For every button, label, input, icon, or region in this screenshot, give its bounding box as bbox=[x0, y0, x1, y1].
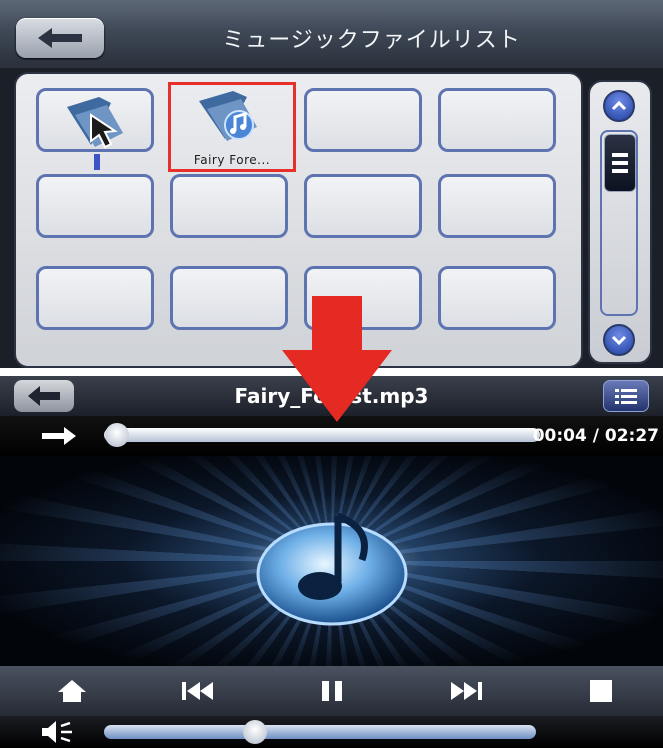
volume-knob[interactable] bbox=[243, 720, 268, 744]
repeat-arrow-icon bbox=[42, 427, 76, 445]
back-button[interactable] bbox=[16, 18, 104, 58]
home-icon[interactable] bbox=[50, 674, 94, 708]
page-title: ミュージックファイルリスト bbox=[222, 28, 521, 53]
scroll-thumb[interactable] bbox=[604, 134, 636, 192]
file-item-up[interactable] bbox=[36, 88, 154, 152]
back-arrow-icon bbox=[38, 28, 82, 48]
selected-file-item[interactable]: Fairy Fore... bbox=[168, 82, 296, 172]
file-slot[interactable] bbox=[304, 88, 422, 152]
text-cursor bbox=[94, 154, 100, 170]
album-artwork bbox=[0, 456, 663, 666]
volume-icon bbox=[42, 721, 72, 743]
scrollbar[interactable] bbox=[588, 80, 652, 364]
progress-row: 00:04 / 02:27 bbox=[0, 416, 663, 456]
file-slot[interactable] bbox=[438, 266, 556, 330]
progress-bar[interactable] bbox=[104, 428, 540, 442]
pause-icon[interactable] bbox=[310, 674, 354, 708]
file-slot[interactable] bbox=[36, 174, 154, 238]
file-slot[interactable] bbox=[170, 174, 288, 238]
playlist-button[interactable] bbox=[603, 380, 649, 412]
stop-icon[interactable] bbox=[580, 674, 624, 708]
grip-icon bbox=[612, 153, 628, 173]
chevron-down-icon bbox=[611, 335, 627, 346]
back-button[interactable] bbox=[14, 380, 74, 412]
next-track-icon[interactable] bbox=[444, 674, 488, 708]
back-arrow-icon bbox=[28, 386, 60, 406]
chevron-up-icon bbox=[611, 100, 627, 111]
playback-controls bbox=[0, 666, 663, 716]
file-slot[interactable] bbox=[170, 266, 288, 330]
progress-knob[interactable] bbox=[105, 423, 130, 447]
folder-up-icon bbox=[67, 97, 123, 149]
scroll-up-button[interactable] bbox=[603, 90, 635, 122]
music-note-icon bbox=[256, 512, 408, 626]
file-slot[interactable] bbox=[304, 174, 422, 238]
file-label: Fairy Fore... bbox=[193, 153, 271, 167]
volume-row bbox=[0, 716, 663, 748]
volume-slider[interactable] bbox=[104, 725, 536, 739]
down-arrow-icon bbox=[282, 296, 392, 422]
music-player-screen: Fairy_Forest.mp3 00:04 / 02:27 bbox=[0, 376, 663, 748]
file-slot[interactable] bbox=[438, 174, 556, 238]
scroll-down-button[interactable] bbox=[603, 324, 635, 356]
time-readout: 00:04 / 02:27 bbox=[532, 426, 659, 446]
music-folder-icon bbox=[199, 91, 257, 141]
file-slot[interactable] bbox=[36, 266, 154, 330]
scroll-track[interactable] bbox=[600, 130, 638, 316]
file-slot[interactable] bbox=[438, 88, 556, 152]
browser-header: ミュージックファイルリスト bbox=[0, 0, 663, 68]
previous-track-icon[interactable] bbox=[176, 674, 220, 708]
list-icon bbox=[615, 389, 637, 404]
